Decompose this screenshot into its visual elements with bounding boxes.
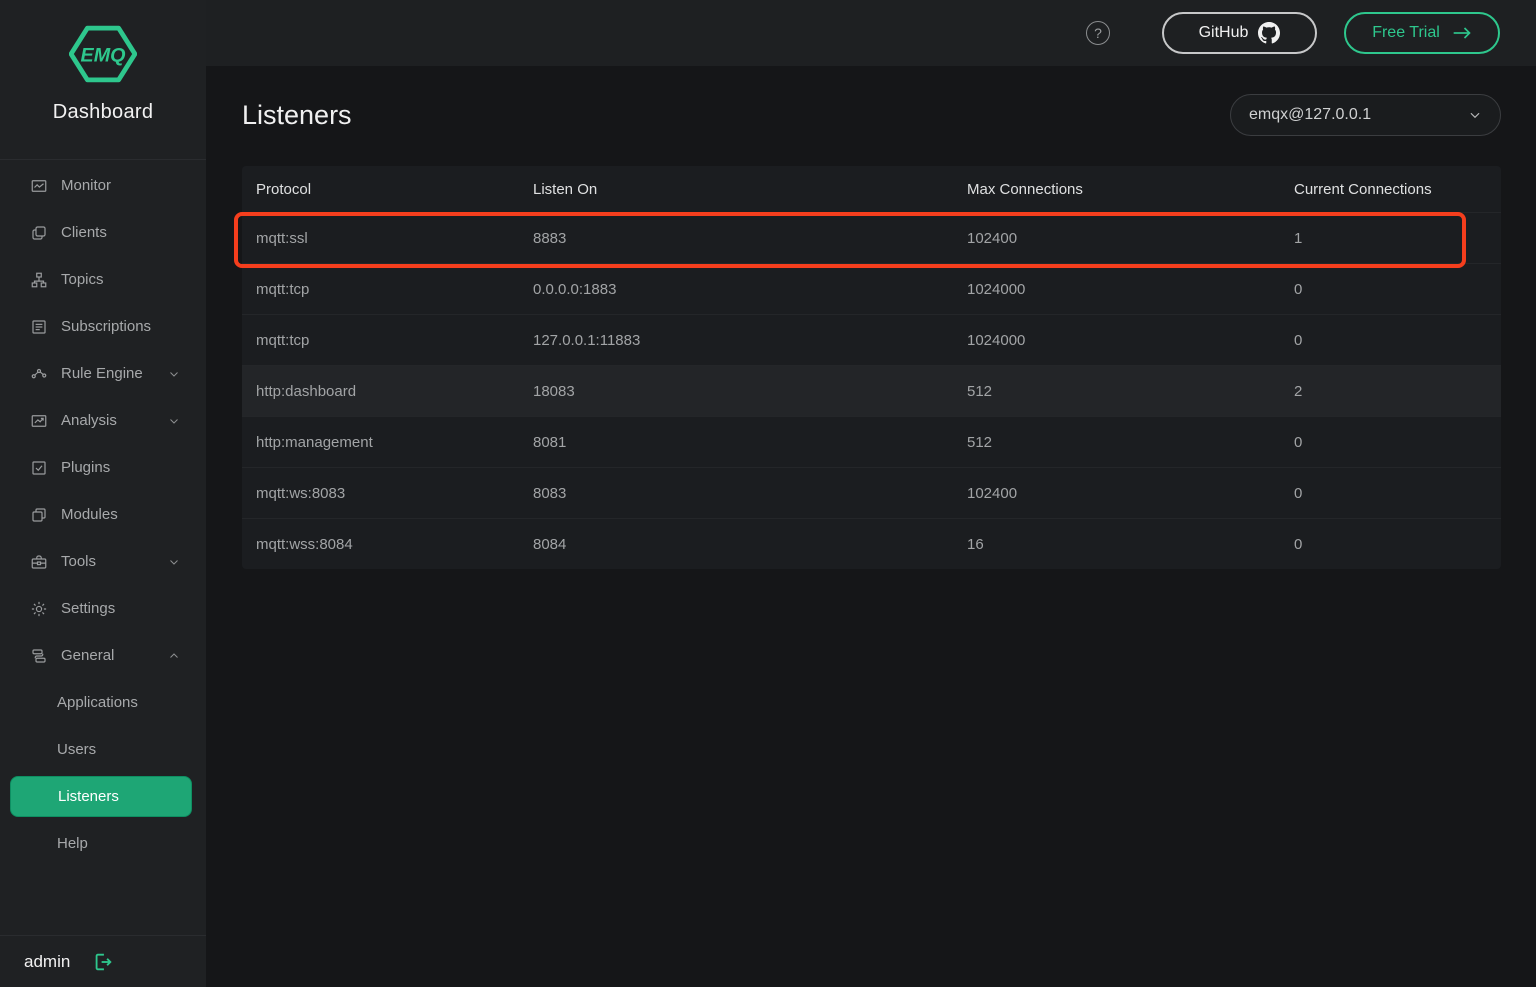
table-row[interactable]: http:management 8081 512 0 [242,416,1501,467]
cell-listen-on: 8081 [533,434,967,451]
cell-protocol: mqtt:ssl [256,230,533,247]
chevron-up-icon [168,650,180,662]
topbar: ? GitHub Free Trial [206,0,1536,66]
cell-protocol: mqtt:tcp [256,332,533,349]
chevron-down-icon [168,415,180,427]
listeners-table: Protocol Listen On Max Connections Curre… [242,166,1501,569]
tools-icon [30,553,48,571]
help-icon[interactable]: ? [1086,21,1110,45]
cell-max-connections: 1024000 [967,281,1294,298]
modules-icon [30,506,48,524]
github-button-label: GitHub [1199,24,1249,42]
sidebar-item-settings[interactable]: Settings [0,585,206,632]
cell-protocol: http:management [256,434,533,451]
chevron-down-icon [1468,108,1482,122]
brand-area: EMQ Dashboard [0,0,206,160]
table-row[interactable]: http:dashboard 18083 512 2 [242,365,1501,416]
column-header-current-connections: Current Connections [1294,181,1501,198]
node-select-value: emqx@127.0.0.1 [1249,106,1371,124]
cell-listen-on: 8084 [533,536,967,553]
rule-engine-icon [30,365,48,383]
sidebar-item-topics[interactable]: Topics [0,256,206,303]
sidebar-item-users[interactable]: Users [0,726,206,773]
chevron-down-icon [168,556,180,568]
cell-listen-on: 8083 [533,485,967,502]
cell-max-connections: 1024000 [967,332,1294,349]
sidebar-item-clients[interactable]: Clients [0,209,206,256]
column-header-listen-on: Listen On [533,181,967,198]
subscriptions-icon [30,318,48,336]
cell-current-connections: 0 [1294,485,1501,502]
sidebar-item-monitor[interactable]: Monitor [0,162,206,209]
clients-icon [30,224,48,242]
plugins-icon [30,459,48,477]
settings-icon [30,600,48,618]
sidebar-item-modules[interactable]: Modules [0,491,206,538]
table-row[interactable]: mqtt:tcp 0.0.0.0:1883 1024000 0 [242,263,1501,314]
github-logo-icon [1258,22,1280,44]
username-label: admin [24,952,70,972]
cell-protocol: mqtt:wss:8084 [256,536,533,553]
cell-current-connections: 0 [1294,434,1501,451]
cell-current-connections: 2 [1294,383,1501,400]
analysis-icon [30,412,48,430]
page-title: Listeners [242,100,352,131]
sidebar-item-subscriptions[interactable]: Subscriptions [0,303,206,350]
main-area: ? GitHub Free Trial Listeners emqx@127.0… [206,0,1536,987]
arrow-right-icon [1452,26,1472,40]
github-button[interactable]: GitHub [1162,12,1317,54]
sidebar-item-applications[interactable]: Applications [0,679,206,726]
free-trial-label: Free Trial [1372,24,1440,42]
column-header-max-connections: Max Connections [967,181,1294,198]
cell-listen-on: 0.0.0.0:1883 [533,281,967,298]
cell-protocol: mqtt:ws:8083 [256,485,533,502]
sidebar-item-rule-engine[interactable]: Rule Engine [0,350,206,397]
cell-protocol: http:dashboard [256,383,533,400]
sidebar-item-listeners[interactable]: Listeners [10,776,192,817]
brand-title: Dashboard [53,101,154,124]
cell-current-connections: 0 [1294,536,1501,553]
svg-text:EMQ: EMQ [81,44,126,66]
emq-logo-icon: EMQ [69,24,137,89]
cell-current-connections: 0 [1294,332,1501,349]
user-area: admin [0,935,206,987]
table-row[interactable]: mqtt:ws:8083 8083 102400 0 [242,467,1501,518]
cell-max-connections: 102400 [967,485,1294,502]
topics-icon [30,271,48,289]
monitor-icon [30,177,48,195]
sidebar-item-plugins[interactable]: Plugins [0,444,206,491]
sidebar-item-general[interactable]: General [0,632,206,679]
cell-max-connections: 512 [967,383,1294,400]
column-header-protocol: Protocol [256,181,533,198]
sidebar-nav: Monitor Clients Topics Subscriptions [0,160,206,867]
table-row[interactable]: mqtt:wss:8084 8084 16 0 [242,518,1501,569]
sidebar-item-tools[interactable]: Tools [0,538,206,585]
cell-current-connections: 0 [1294,281,1501,298]
cell-max-connections: 512 [967,434,1294,451]
cell-listen-on: 18083 [533,383,967,400]
node-select[interactable]: emqx@127.0.0.1 [1230,94,1501,136]
table-header: Protocol Listen On Max Connections Curre… [242,166,1501,212]
table-row[interactable]: mqtt:tcp 127.0.0.1:11883 1024000 0 [242,314,1501,365]
cell-listen-on: 127.0.0.1:11883 [533,332,967,349]
logout-icon[interactable] [92,951,114,973]
cell-max-connections: 102400 [967,230,1294,247]
content: Listeners emqx@127.0.0.1 Protocol Listen… [206,66,1536,987]
cell-max-connections: 16 [967,536,1294,553]
table-row[interactable]: mqtt:ssl 8883 102400 1 [242,212,1501,263]
cell-protocol: mqtt:tcp [256,281,533,298]
free-trial-button[interactable]: Free Trial [1344,12,1500,54]
general-icon [30,647,48,665]
emqx-dashboard-app: EMQ Dashboard Monitor Clients [0,0,1536,987]
page-head: Listeners emqx@127.0.0.1 [242,94,1501,136]
chevron-down-icon [168,368,180,380]
cell-listen-on: 8883 [533,230,967,247]
sidebar-item-help[interactable]: Help [0,820,206,867]
sidebar-item-analysis[interactable]: Analysis [0,397,206,444]
sidebar: EMQ Dashboard Monitor Clients [0,0,206,987]
cell-current-connections: 1 [1294,230,1501,247]
